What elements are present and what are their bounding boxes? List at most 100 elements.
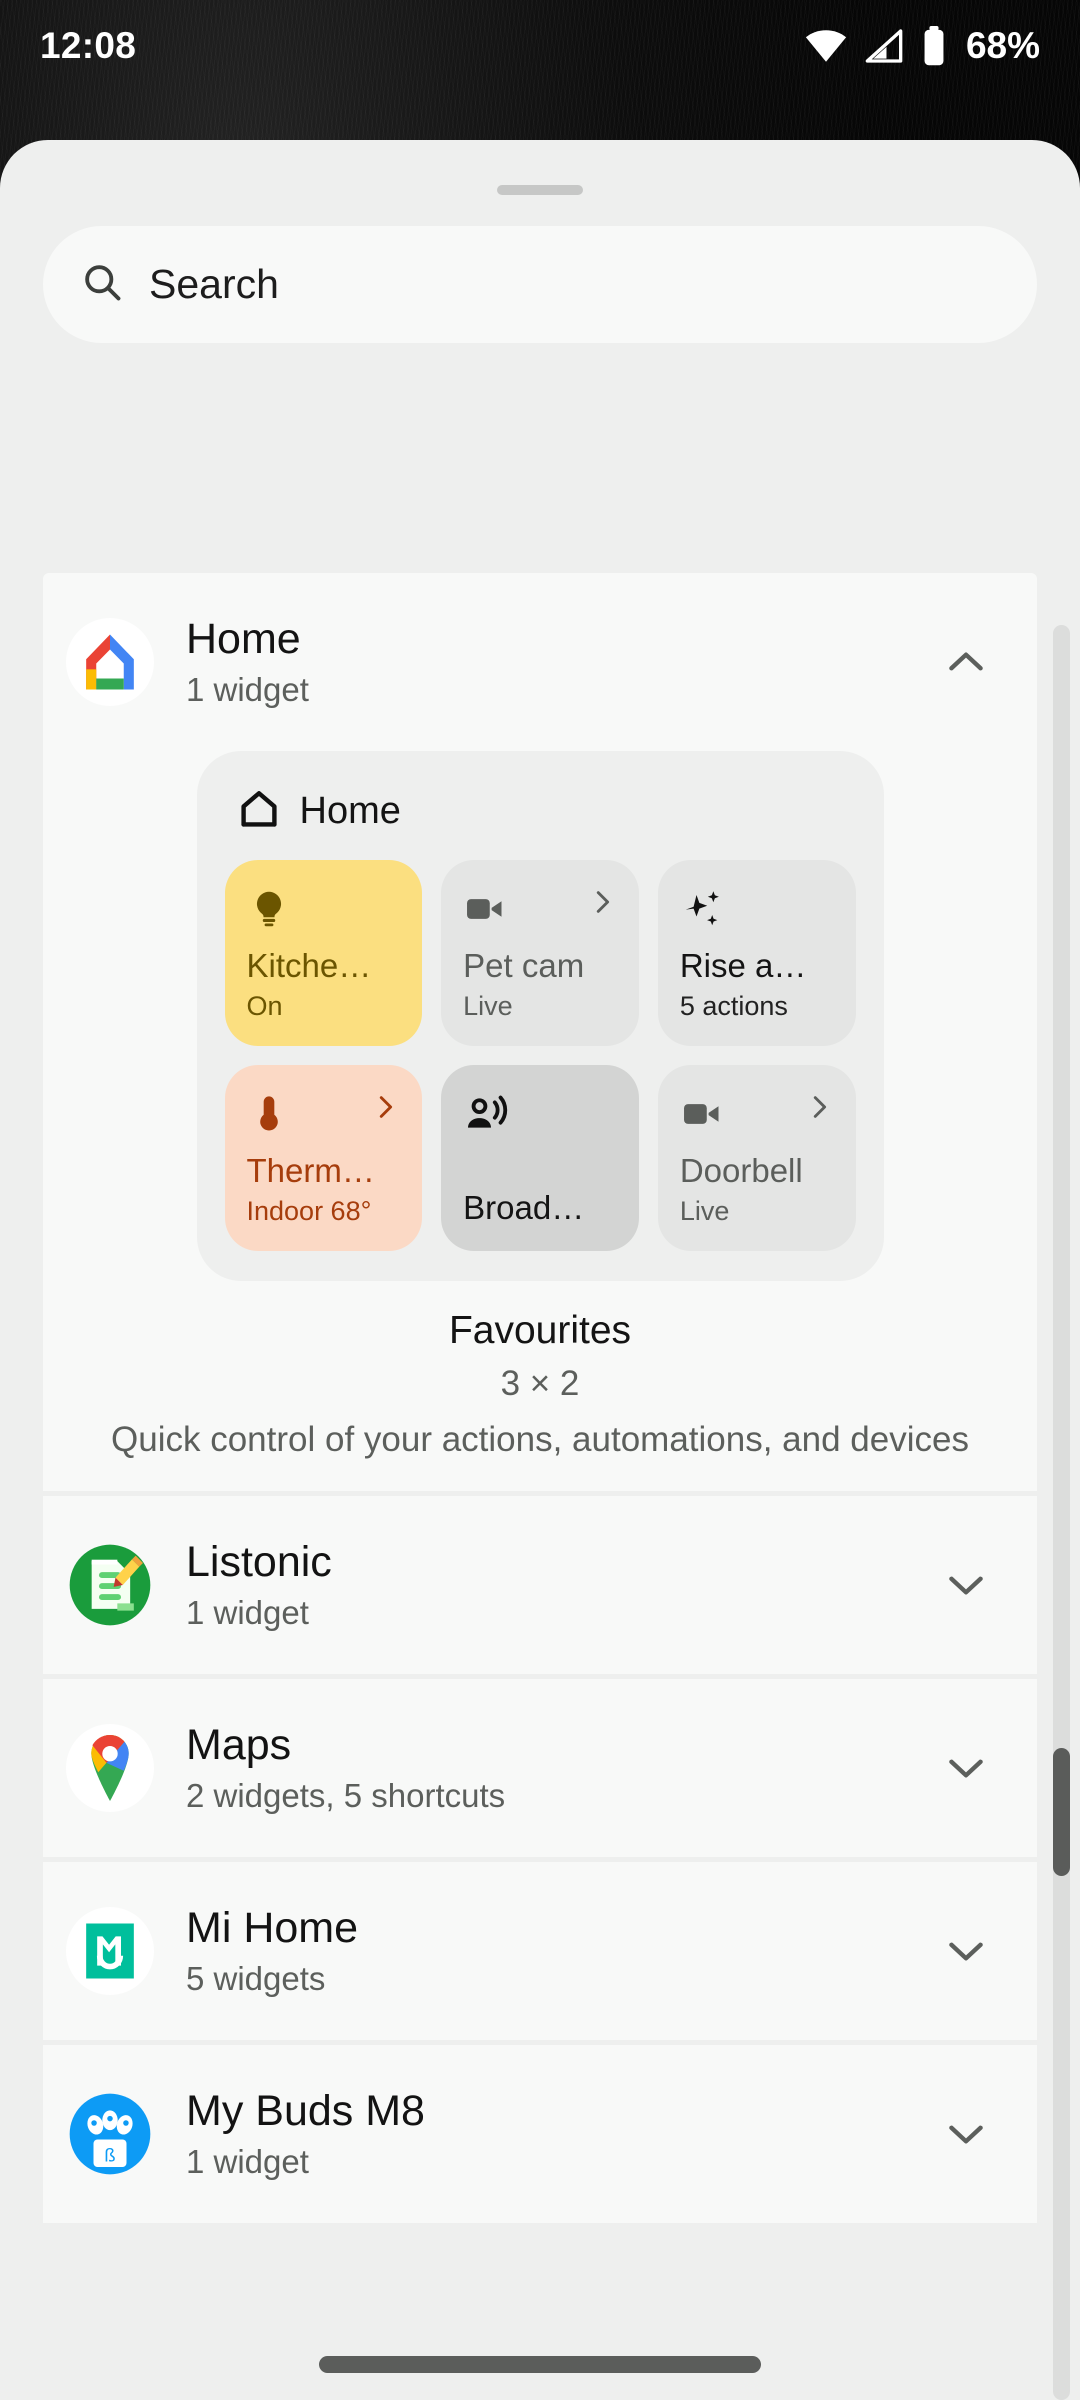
app-meta-mi-home: Mi Home 5 widgets	[186, 1903, 936, 1998]
app-title: Mi Home	[186, 1903, 359, 1952]
sparkles-icon	[680, 887, 726, 938]
chevron-down-icon[interactable]	[936, 1560, 996, 1610]
tile-top-row	[680, 1092, 834, 1141]
app-subtitle: 1 widget	[186, 1593, 309, 1631]
app-header-my-buds[interactable]: ß My Buds M8 1 widget	[43, 2045, 1037, 2223]
status-bar-icons: 68%	[805, 25, 1040, 67]
chevron-right-icon[interactable]	[587, 887, 617, 922]
widget-tile-rise-and-shine[interactable]: Rise a… 5 actions	[657, 860, 856, 1046]
app-title: My Buds M8	[186, 2086, 425, 2135]
tile-state: 5 actions	[679, 990, 788, 1021]
tile-text-block: Kitche… On	[247, 947, 401, 1022]
search-placeholder-text: Search	[149, 261, 279, 307]
tile-state: Indoor 68°	[246, 1195, 372, 1226]
tile-state: Live	[463, 990, 513, 1021]
tile-name: Broad…	[463, 1189, 585, 1227]
tile-text-block: Therm… Indoor 68°	[247, 1152, 401, 1227]
my-buds-icon: ß	[63, 2087, 157, 2181]
chevron-down-icon[interactable]	[936, 1926, 996, 1976]
app-subtitle: 5 widgets	[186, 1959, 326, 1997]
videocam-icon	[463, 887, 507, 936]
tile-top-row	[463, 1092, 617, 1143]
app-header-mi-home[interactable]: Mi Home 5 widgets	[43, 1862, 1037, 2040]
google-home-icon	[63, 615, 157, 709]
tile-top-row	[247, 1092, 401, 1141]
phone-screen: 12:08 68% Search Home 1 widget Home Kitc…	[0, 0, 1080, 2400]
widget-description: Quick control of your actions, automatio…	[111, 1420, 969, 1459]
tile-state: Live	[679, 1195, 730, 1226]
broadcast-icon	[463, 1092, 509, 1143]
lightbulb-icon	[247, 887, 291, 936]
scrollbar-thumb[interactable]	[1053, 1748, 1070, 1876]
tile-text-block: Rise a… 5 actions	[680, 947, 834, 1022]
battery-icon	[921, 25, 947, 67]
app-meta-my-buds: My Buds M8 1 widget	[186, 2086, 936, 2181]
status-bar-clock: 12:08	[40, 25, 137, 66]
search-input[interactable]: Search	[43, 226, 1037, 343]
app-meta-maps: Maps 2 widgets, 5 shortcuts	[186, 1720, 936, 1815]
widget-tile-grid: Kitche… On Pet cam Live Rise a… 5 action…	[224, 860, 856, 1251]
widget-info: Favourites 3 × 2 Quick control of your a…	[43, 1281, 1037, 1469]
battery-percentage: 68%	[965, 25, 1040, 66]
widget-picker-sheet: Search Home 1 widget Home Kitche… On Pet…	[0, 140, 1080, 2400]
widget-size: 3 × 2	[500, 1364, 580, 1403]
tile-text-block: Doorbell Live	[680, 1152, 834, 1227]
cellular-signal-icon	[864, 26, 904, 66]
app-title: Home	[186, 615, 301, 664]
tile-name: Kitche…	[246, 947, 372, 985]
svg-text:ß: ß	[104, 2144, 115, 2165]
app-meta-home: Home 1 widget	[186, 614, 936, 709]
chevron-down-icon[interactable]	[936, 1743, 996, 1793]
widget-preview-header: Home	[225, 783, 856, 860]
app-title: Maps	[186, 1720, 292, 1769]
app-section-mi-home: Mi Home 5 widgets	[43, 1861, 1037, 2040]
search-icon	[80, 260, 124, 309]
app-header-maps[interactable]: Maps 2 widgets, 5 shortcuts	[43, 1679, 1037, 1857]
app-meta-listonic: Listonic 1 widget	[186, 1537, 936, 1632]
chevron-up-icon[interactable]	[936, 637, 996, 687]
sheet-drag-handle[interactable]	[497, 185, 583, 195]
tile-state: On	[246, 990, 283, 1021]
tile-name: Pet cam	[463, 947, 585, 985]
app-section-maps: Maps 2 widgets, 5 shortcuts	[43, 1678, 1037, 1857]
chevron-right-icon[interactable]	[370, 1092, 400, 1127]
widget-tile-kitchen-light[interactable]: Kitche… On	[224, 860, 423, 1046]
app-section-listonic: Listonic 1 widget	[43, 1495, 1037, 1674]
app-header-listonic[interactable]: Listonic 1 widget	[43, 1496, 1037, 1674]
widget-preview-header-label: Home	[299, 790, 401, 832]
widget-preview-card[interactable]: Home Kitche… On Pet cam Live Rise a… 5 a…	[196, 751, 884, 1281]
app-title: Listonic	[186, 1537, 332, 1586]
tile-top-row	[463, 887, 617, 936]
widget-tile-pet-cam[interactable]: Pet cam Live	[441, 860, 639, 1046]
listonic-icon	[63, 1538, 157, 1632]
widget-tile-doorbell[interactable]: Doorbell Live	[657, 1065, 856, 1251]
tile-name: Doorbell	[679, 1152, 803, 1190]
tile-text-block: Pet cam Live	[463, 947, 617, 1022]
app-widget-list: Home 1 widget Home Kitche… On Pet cam Li…	[43, 573, 1037, 2400]
chevron-right-icon[interactable]	[804, 1092, 834, 1127]
gesture-navigation-bar[interactable]	[319, 2356, 761, 2373]
widget-name: Favourites	[448, 1309, 632, 1352]
app-subtitle: 2 widgets, 5 shortcuts	[186, 1776, 506, 1814]
status-bar: 12:08 68%	[0, 0, 1080, 92]
app-section-my-buds: ß My Buds M8 1 widget	[43, 2044, 1037, 2223]
wifi-icon	[805, 25, 847, 67]
widget-tile-thermostat[interactable]: Therm… Indoor 68°	[224, 1065, 423, 1251]
tile-name: Therm…	[246, 1152, 375, 1190]
app-header-home[interactable]: Home 1 widget	[43, 573, 1037, 751]
google-maps-icon	[63, 1721, 157, 1815]
mi-home-icon	[63, 1904, 157, 1998]
tile-top-row	[680, 887, 834, 938]
chevron-down-icon[interactable]	[936, 2109, 996, 2159]
app-section-home: Home 1 widget Home Kitche… On Pet cam Li…	[43, 573, 1037, 1491]
widget-tile-broadcast[interactable]: Broad…	[441, 1065, 639, 1251]
home-outline-icon	[237, 787, 281, 836]
widget-preview-area: Home Kitche… On Pet cam Live Rise a… 5 a…	[43, 751, 1037, 1491]
thermometer-icon	[247, 1092, 291, 1141]
tile-text-block: Broad…	[463, 1189, 617, 1227]
tile-top-row	[247, 887, 401, 936]
app-subtitle: 1 widget	[186, 671, 309, 709]
tile-name: Rise a…	[679, 947, 807, 985]
scrollbar-track[interactable]	[1053, 625, 1070, 2400]
videocam-icon	[680, 1092, 724, 1141]
